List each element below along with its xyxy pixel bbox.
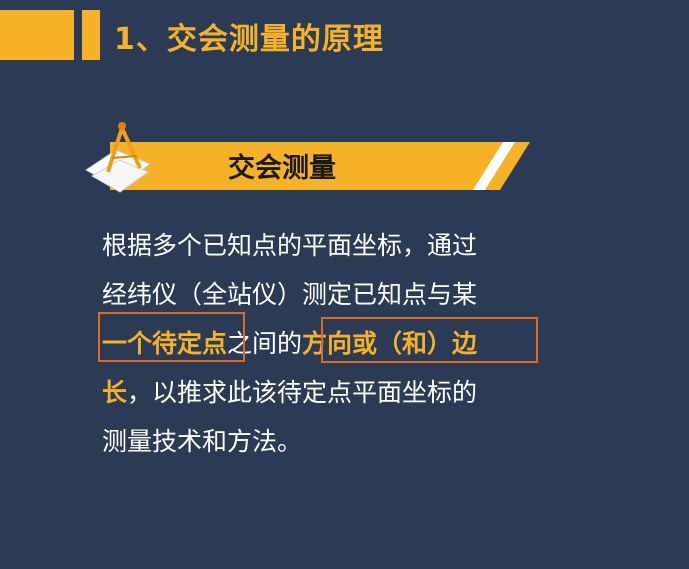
paragraph-line-4: 长，以推求此该待定点平面坐标的 [102,368,552,417]
paragraph-line-1: 根据多个已知点的平面坐标，通过 [102,231,478,260]
highlight-length: 长 [102,378,128,407]
slide-title: 1、交会测量的原理 [114,22,384,57]
title-accent-block-right [82,10,100,60]
title-accent-block-left [0,10,74,60]
paragraph-line-4-rest: ，以推求此该待定点平面坐标的 [127,378,478,407]
highlight-box-direction [321,317,538,363]
highlight-box-point [98,312,245,362]
banner-label: 交会测量 [228,153,336,184]
drafting-compass-icon [85,122,152,193]
banner-stripe [473,142,515,190]
paragraph-line-5: 测量技术和方法。 [102,427,303,456]
